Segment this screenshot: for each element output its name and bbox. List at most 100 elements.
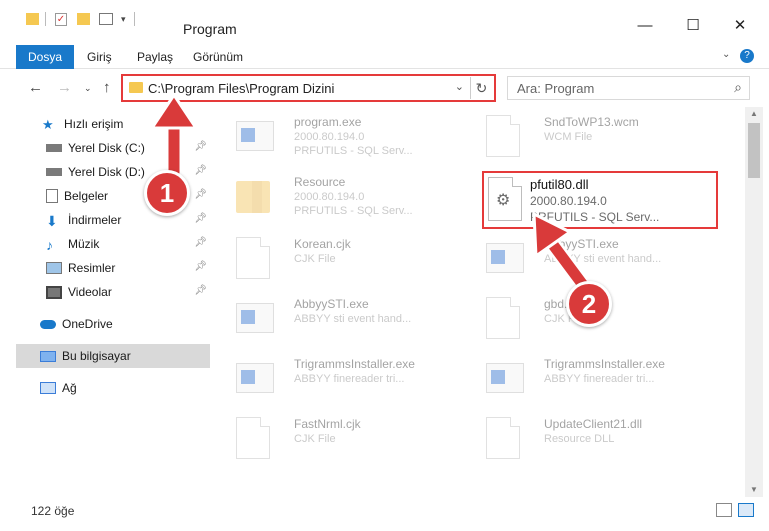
address-bar[interactable]: C:\Program Files\Program Dizini ⌄ ↻ [121, 74, 496, 102]
tab-dosya[interactable]: Dosya [16, 45, 75, 69]
sidebar-item-label: Yerel Disk (D:) [68, 165, 145, 179]
pin-icon[interactable]: 📌︎ [194, 141, 207, 152]
step-badge-2: 2 [566, 281, 612, 327]
address-path[interactable]: C:\Program Files\Program Dizini [148, 81, 334, 96]
music-icon: ♪ [46, 237, 53, 253]
sidebar-item-onedrive[interactable]: OneDrive [16, 312, 210, 336]
sidebar-item-label: Resimler [68, 261, 116, 275]
file-item-fastnrml-cjk[interactable]: FastNrml.cjk CJK File [226, 409, 462, 467]
exe-file-icon [486, 357, 524, 401]
pictures-icon [46, 262, 62, 274]
customize-icon[interactable] [99, 13, 113, 25]
sidebar-item-this-pc[interactable]: Bu bilgisayar [16, 344, 210, 368]
file-name: AbbyySTI.exe [544, 237, 619, 251]
file-item-program-exe[interactable]: program.exe 2000.80.194.0 PRFUTILS - SQL… [226, 107, 462, 165]
folder-icon [236, 175, 274, 219]
pin-icon[interactable]: 📌︎ [194, 285, 207, 296]
exe-file-icon [486, 237, 524, 281]
vertical-scrollbar[interactable]: ▲ ▼ [745, 107, 763, 497]
scroll-down-icon[interactable]: ▼ [745, 485, 763, 494]
file-description: PRFUTILS - SQL Serv... [294, 145, 413, 157]
maximize-button[interactable]: ☐ [670, 10, 716, 40]
sidebar-item-downloads[interactable]: ⬇ İndirmeler 📌︎ [16, 208, 210, 232]
properties-icon[interactable]: ✓ [55, 12, 67, 26]
tab-paylas[interactable]: Paylaş [137, 45, 173, 69]
file-item-abbyysti-exe[interactable]: AbbyySTI.exe ABBYY sti event hand... [476, 229, 712, 287]
file-name: Resource [294, 175, 346, 189]
file-type: CJK File [294, 433, 336, 445]
file-description: ABBYY sti event hand... [544, 253, 662, 265]
up-arrow-icon[interactable]: ↑ [103, 79, 111, 96]
minimize-button[interactable]: — [622, 10, 668, 40]
tab-giris[interactable]: Giriş [87, 45, 112, 69]
pin-icon[interactable]: 📌︎ [194, 213, 207, 224]
scrollbar-thumb[interactable] [748, 123, 760, 178]
pin-icon[interactable]: 📌︎ [194, 165, 207, 176]
navigation-pane: ★ Hızlı erişim Yerel Disk (C:) 📌︎ Yerel … [16, 107, 210, 497]
folder-icon[interactable] [26, 13, 39, 25]
help-icon[interactable]: ? [740, 49, 754, 63]
ribbon: Dosya Giriş Paylaş Görünüm ⌄ ? [0, 45, 769, 69]
sidebar-item-pictures[interactable]: Resimler 📌︎ [16, 256, 210, 280]
sidebar-item-local-disk-c[interactable]: Yerel Disk (C:) 📌︎ [16, 136, 210, 160]
document-file-icon [236, 417, 274, 461]
file-type: CJK File [294, 253, 336, 265]
details-view-icon[interactable] [716, 503, 732, 517]
computer-icon [40, 350, 56, 362]
search-placeholder: Ara: Program [517, 81, 595, 96]
new-folder-icon[interactable] [77, 13, 90, 25]
document-file-icon [486, 297, 524, 341]
file-item-trigrammsinstaller-exe-2[interactable]: TrigrammsInstaller.exe ABBYY finereader … [476, 349, 712, 407]
large-icons-view-icon[interactable] [738, 503, 754, 517]
document-file-icon [486, 115, 524, 159]
forward-arrow-icon[interactable]: → [57, 79, 72, 96]
videos-icon [46, 285, 62, 299]
sidebar-item-music[interactable]: ♪ Müzik 📌︎ [16, 232, 210, 256]
exe-file-icon [236, 115, 274, 159]
file-name: Korean.cjk [294, 237, 351, 251]
file-type: WCM File [544, 131, 593, 143]
file-item-korean-cjk[interactable]: Korean.cjk CJK File [226, 229, 462, 287]
document-file-icon [236, 237, 274, 281]
dropdown-arrow-icon[interactable]: ▾ [121, 14, 126, 25]
pin-icon[interactable]: 📌︎ [194, 237, 207, 248]
pin-icon[interactable]: 📌︎ [194, 189, 207, 200]
recent-locations-icon[interactable]: ⌄ [84, 83, 92, 94]
file-item-resource-folder[interactable]: Resource 2000.80.194.0 PRFUTILS - SQL Se… [226, 167, 462, 225]
folder-icon [129, 82, 143, 93]
file-name: FastNrml.cjk [294, 417, 361, 431]
search-input[interactable]: Ara: Program ⌕ [507, 76, 750, 100]
file-item-updateclient21-dll[interactable]: UpdateClient21.dll Resource DLL [476, 409, 712, 467]
sidebar-item-label: Hızlı erişim [64, 117, 124, 131]
file-item-trigrammsinstaller-exe[interactable]: TrigrammsInstaller.exe ABBYY finereader … [226, 349, 462, 407]
file-version: 2000.80.194.0 [294, 131, 365, 143]
sidebar-item-quick-access[interactable]: ★ Hızlı erişim [16, 112, 210, 136]
tab-gorunum[interactable]: Görünüm [193, 45, 243, 69]
file-item-abbyysti-exe-2[interactable]: AbbyySTI.exe ABBYY sti event hand... [226, 289, 462, 347]
sidebar-item-label: Müzik [68, 237, 100, 251]
status-bar: 122 öğe [0, 497, 769, 531]
file-version: 2000.80.194.0 [294, 191, 365, 203]
refresh-icon[interactable]: ↻ [470, 77, 492, 99]
file-description: PRFUTILS - SQL Serv... [530, 210, 660, 224]
sidebar-item-label: OneDrive [62, 317, 113, 331]
close-button[interactable]: ✕ [717, 10, 763, 40]
title-bar: ✓ ▾ Program — ☐ ✕ [0, 0, 769, 45]
pin-icon[interactable]: 📌︎ [194, 261, 207, 272]
file-item-pfutil80-dll[interactable]: ⚙ pfutil80.dll 2000.80.194.0 PRFUTILS - … [482, 171, 718, 229]
dll-gear-icon: ⚙ [488, 177, 526, 221]
item-count: 122 öğe [31, 504, 75, 518]
sidebar-item-label: Belgeler [64, 189, 109, 203]
drive-icon [46, 168, 62, 176]
separator [45, 12, 46, 26]
sidebar-item-videos[interactable]: Videolar 📌︎ [16, 280, 210, 304]
search-icon[interactable]: ⌕ [734, 79, 742, 96]
chevron-down-icon[interactable]: ⌄ [722, 49, 730, 60]
sidebar-item-network[interactable]: Ağ [16, 376, 210, 400]
back-arrow-icon[interactable]: ← [28, 79, 43, 96]
sidebar-item-label: Yerel Disk (C:) [68, 141, 145, 155]
file-item-sndtowp13-wcm[interactable]: SndToWP13.wcm WCM File [476, 107, 712, 165]
scroll-up-icon[interactable]: ▲ [745, 109, 763, 118]
chevron-down-icon[interactable]: ⌄ [455, 80, 464, 93]
file-name: UpdateClient21.dll [544, 417, 643, 431]
